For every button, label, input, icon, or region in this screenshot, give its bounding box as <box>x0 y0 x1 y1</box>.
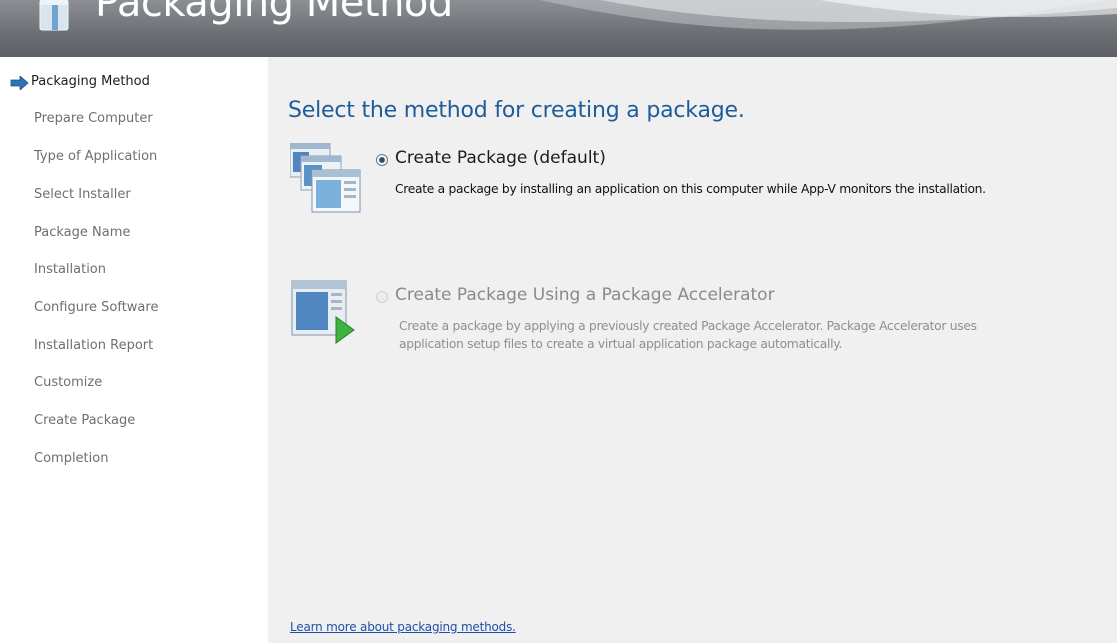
create-package-windows-icon <box>290 143 361 213</box>
create-package-option-description: Create a package by installing an applic… <box>395 182 986 196</box>
section-heading: Select the method for creating a package… <box>288 98 745 123</box>
package-accelerator-radio[interactable] <box>376 291 388 303</box>
create-package-option-title[interactable]: Create Package (default) <box>395 148 606 168</box>
sidebar-item-installation[interactable]: Installation <box>34 262 106 277</box>
wizard-step-sidebar: Packaging Method Prepare Computer Type o… <box>0 57 268 643</box>
sidebar-item-completion[interactable]: Completion <box>34 451 108 466</box>
sidebar-item-configure-software[interactable]: Configure Software <box>34 300 158 315</box>
sidebar-item-packaging-method[interactable]: Packaging Method <box>31 74 150 89</box>
main-content-panel: Select the method for creating a package… <box>268 57 1117 643</box>
header-banner: Packaging Method <box>0 0 1117 57</box>
sidebar-item-type-of-application[interactable]: Type of Application <box>34 149 157 164</box>
sidebar-item-installation-report[interactable]: Installation Report <box>34 338 153 353</box>
package-accelerator-icon <box>291 280 355 344</box>
arrow-right-icon <box>10 76 29 90</box>
package-accelerator-description-line1: Create a package by applying a previousl… <box>399 319 977 333</box>
create-package-radio[interactable] <box>376 154 388 166</box>
sidebar-item-select-installer[interactable]: Select Installer <box>34 187 131 202</box>
page-title: Packaging Method <box>95 0 453 26</box>
sidebar-item-create-package[interactable]: Create Package <box>34 413 135 428</box>
learn-more-link[interactable]: Learn more about packaging methods. <box>290 620 516 634</box>
sidebar-item-customize[interactable]: Customize <box>34 375 102 390</box>
package-box-icon <box>39 0 69 31</box>
sidebar-item-prepare-computer[interactable]: Prepare Computer <box>34 111 153 126</box>
sidebar-item-package-name[interactable]: Package Name <box>34 225 130 240</box>
package-accelerator-option-title[interactable]: Create Package Using a Package Accelerat… <box>395 285 775 305</box>
package-accelerator-description-line2: application setup files to create a virt… <box>399 337 843 351</box>
